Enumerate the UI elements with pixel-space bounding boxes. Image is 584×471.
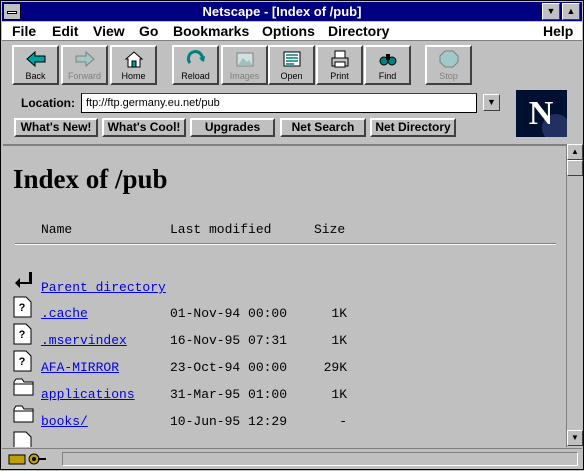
- browser-window: Netscape - [Index of /pub] ▼ ▲ File Edit…: [0, 0, 584, 470]
- svg-text:?: ?: [19, 356, 26, 368]
- page-content: Index of /pub Name Last modified Size Pa…: [3, 144, 566, 447]
- window-title: Netscape - [Index of /pub]: [202, 4, 362, 19]
- file-size: 29K: [323, 360, 347, 375]
- unknown-file-icon: [13, 431, 33, 447]
- menu-file[interactable]: File: [12, 23, 36, 40]
- file-link[interactable]: AFA-MIRROR: [41, 360, 119, 375]
- file-size: -: [339, 414, 347, 429]
- unknown-file-icon: ?: [13, 350, 33, 372]
- find-icon: [366, 49, 409, 71]
- scroll-up-button[interactable]: ▲: [567, 144, 583, 160]
- menu-edit[interactable]: Edit: [52, 23, 78, 40]
- home-button[interactable]: Home: [110, 45, 157, 85]
- chevron-down-icon: ▼: [487, 97, 496, 107]
- menu-view[interactable]: View: [93, 23, 125, 40]
- file-link[interactable]: books/: [41, 414, 88, 429]
- print-button[interactable]: Print: [316, 45, 363, 85]
- parent-directory-link[interactable]: Parent directory: [41, 280, 166, 295]
- net-directory-button[interactable]: Net Directory: [370, 118, 456, 137]
- unknown-file-icon: ?: [13, 323, 33, 345]
- vertical-scrollbar[interactable]: ▲ ▼: [566, 144, 583, 447]
- upgrades-button[interactable]: Upgrades: [190, 118, 275, 137]
- find-button[interactable]: Find: [364, 45, 411, 85]
- location-input[interactable]: ftp://ftp.germany.eu.net/pub: [81, 93, 477, 113]
- security-key-icon: [8, 452, 48, 466]
- file-row: ? AFA-MIRROR 23-Oct-94 00:00 29K: [3, 350, 563, 376]
- file-link[interactable]: applications: [41, 387, 135, 402]
- column-header-size: Size: [314, 222, 346, 237]
- home-icon: [112, 49, 155, 71]
- file-size: 1K: [331, 387, 347, 402]
- unknown-file-icon: ?: [13, 296, 33, 318]
- file-row-partial: [3, 431, 563, 447]
- svg-text:?: ?: [19, 329, 26, 341]
- folder-icon: [13, 377, 34, 399]
- file-date: 10-Jun-95 12:29: [170, 414, 288, 429]
- file-row: books/ 10-Jun-95 12:29 -: [3, 404, 563, 430]
- status-bar: [2, 448, 582, 468]
- stop-button[interactable]: Stop: [425, 45, 472, 85]
- maximize-button[interactable]: ▲: [562, 3, 580, 20]
- back-arrow-icon: [14, 49, 57, 71]
- menu-bar: File Edit View Go Bookmarks Options Dire…: [2, 22, 582, 41]
- scroll-down-button[interactable]: ▼: [567, 430, 583, 446]
- back-arrow-icon: [13, 270, 33, 292]
- folder-icon: [13, 404, 34, 426]
- file-size: 1K: [331, 306, 347, 321]
- system-menu-button[interactable]: [3, 3, 21, 20]
- location-label: Location:: [21, 96, 75, 110]
- whats-cool-button[interactable]: What's Cool!: [102, 118, 186, 137]
- images-icon: [223, 49, 266, 71]
- svg-text:N: N: [529, 95, 554, 132]
- title-bar: Netscape - [Index of /pub] ▼ ▲: [2, 2, 582, 21]
- open-icon: [270, 49, 313, 71]
- forward-button[interactable]: Forward: [61, 45, 108, 85]
- menu-go[interactable]: Go: [139, 23, 158, 40]
- file-row: applications 31-Mar-95 01:00 1K: [3, 377, 563, 403]
- location-dropdown-button[interactable]: ▼: [483, 94, 500, 111]
- scroll-thumb[interactable]: [567, 160, 583, 176]
- parent-directory-row: Parent directory: [3, 270, 563, 296]
- toolbar: Back Forward Home Reload Images Open Pri…: [2, 42, 582, 88]
- reload-icon: [174, 49, 217, 71]
- menu-options[interactable]: Options: [262, 23, 315, 40]
- page-title: Index of /pub: [13, 164, 168, 194]
- file-row: ? .cache 01-Nov-94 00:00 1K: [3, 296, 563, 322]
- status-text: [62, 452, 578, 466]
- file-link[interactable]: .cache: [41, 306, 88, 321]
- netscape-logo[interactable]: N: [516, 90, 570, 142]
- images-button[interactable]: Images: [221, 45, 268, 85]
- column-header-modified: Last modified: [170, 222, 272, 237]
- menu-help[interactable]: Help: [543, 23, 573, 40]
- file-date: 16-Nov-95 07:31: [170, 333, 288, 348]
- column-header-name: Name: [41, 222, 73, 237]
- file-link[interactable]: .mservindex: [41, 333, 127, 348]
- net-search-button[interactable]: Net Search: [280, 118, 366, 137]
- arrow-down-icon: ▼: [571, 433, 579, 442]
- print-icon: [318, 49, 361, 71]
- file-date: 31-Mar-95 01:00: [170, 387, 288, 402]
- file-row: ? .mservindex 16-Nov-95 07:31 1K: [3, 323, 563, 349]
- menu-directory[interactable]: Directory: [328, 23, 389, 40]
- menu-bookmarks[interactable]: Bookmarks: [173, 23, 249, 40]
- divider: [15, 243, 556, 245]
- open-button[interactable]: Open: [268, 45, 315, 85]
- back-button[interactable]: Back: [12, 45, 59, 85]
- file-date: 01-Nov-94 00:00: [170, 306, 288, 321]
- file-date: 23-Oct-94 00:00: [170, 360, 288, 375]
- arrow-up-icon: ▲: [571, 147, 579, 156]
- forward-arrow-icon: [63, 49, 106, 71]
- minimize-button[interactable]: ▼: [542, 3, 560, 20]
- reload-button[interactable]: Reload: [172, 45, 219, 85]
- stop-icon: [427, 49, 470, 71]
- svg-text:?: ?: [19, 302, 26, 314]
- file-size: 1K: [331, 333, 347, 348]
- whats-new-button[interactable]: What's New!: [14, 118, 98, 137]
